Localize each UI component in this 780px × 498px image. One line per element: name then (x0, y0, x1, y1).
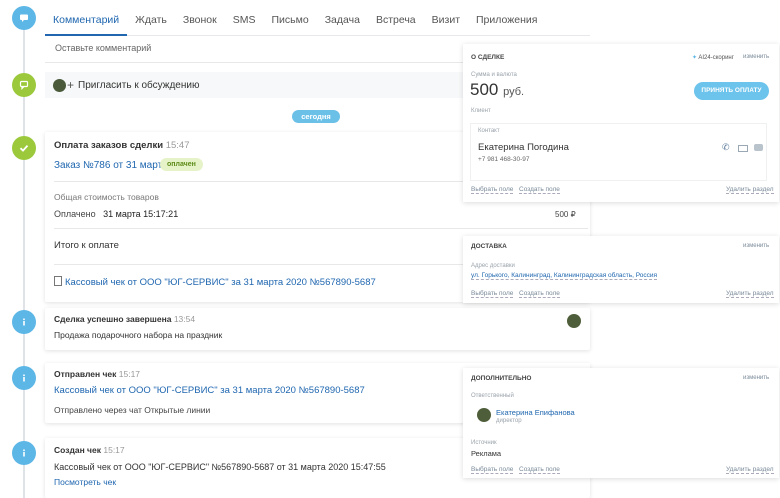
client-label: Клиент (471, 108, 491, 114)
extra-edit-link[interactable]: изменить (743, 375, 769, 381)
info-icon (12, 441, 36, 465)
view-receipt-link[interactable]: Посмотреть чек (54, 477, 116, 487)
select-field-link[interactable]: Выбрать поле (471, 290, 514, 298)
plus-icon: + (67, 78, 75, 92)
delete-section-link[interactable]: Удалить раздел (726, 290, 774, 298)
select-field-link[interactable]: Выбрать поле (471, 186, 514, 194)
deal-panel-header: О СДЕЛКЕ (471, 54, 505, 61)
paid-amount: 500 ₽ (555, 210, 576, 219)
paid-row: Оплачено 31 марта 15:17:21 (54, 209, 179, 219)
delivery-address[interactable]: ул. Горького, Калининград, Калининградск… (471, 272, 658, 280)
tab-task[interactable]: Задача (317, 6, 368, 36)
deal-done-title: Сделка успешно завершена 13:54 (54, 314, 196, 324)
tab-email[interactable]: Письмо (264, 6, 317, 36)
today-badge: сегодня (292, 110, 340, 123)
delete-section-link[interactable]: Удалить раздел (726, 186, 774, 194)
create-field-link[interactable]: Создать поле (519, 186, 560, 194)
source-label: Источник (471, 440, 497, 446)
delivery-edit-link[interactable]: изменить (743, 243, 769, 249)
order-link[interactable]: Заказ №786 от 31 марта (54, 160, 168, 171)
activity-tabs: Комментарий Ждать Звонок SMS Письмо Зада… (45, 6, 590, 36)
scoring-icon: ✦ (692, 55, 698, 61)
accept-payment-button[interactable]: ПРИНЯТЬ ОПЛАТУ (694, 82, 769, 100)
payment-time: 15:47 (165, 140, 190, 151)
deal-edit-link[interactable]: изменить (743, 54, 769, 60)
avatar (53, 78, 66, 92)
total-label: Общая стоимость товаров (54, 192, 159, 202)
source-value: Реклама (471, 449, 502, 458)
due-label: Итого к оплате (54, 240, 119, 251)
status-badge: оплачен (160, 158, 203, 171)
address-label: Адрес доставки (471, 263, 515, 269)
create-field-link[interactable]: Создать поле (519, 290, 560, 298)
tab-visit[interactable]: Визит (424, 6, 468, 36)
checkmark-icon (12, 136, 36, 160)
payment-title: Оплата заказов сделки 15:47 (54, 140, 190, 151)
receipt-sent-time: 15:17 (118, 369, 141, 379)
avatar (567, 314, 581, 328)
receipt-created-time: 15:17 (103, 445, 125, 455)
chat-icon[interactable] (754, 144, 763, 151)
tab-sms[interactable]: SMS (225, 6, 264, 36)
select-field-link[interactable]: Выбрать поле (471, 466, 514, 474)
contact-label: Контакт (478, 128, 500, 134)
receipt-row: Кассовый чек от ООО "ЮГ-СЕРВИС" за 31 ма… (54, 276, 376, 288)
receipt-sent-link[interactable]: Кассовый чек от ООО "ЮГ-СЕРВИС" за 31 ма… (54, 385, 365, 396)
phone-icon[interactable]: ✆ (722, 142, 730, 153)
chat-bubble-icon (12, 73, 36, 97)
tab-wait[interactable]: Ждать (127, 6, 175, 36)
deal-done-text: Продажа подарочного набора на праздник (54, 330, 223, 340)
sum-label: Сумма и валюта (471, 72, 517, 78)
mail-icon[interactable] (738, 145, 748, 152)
responsible-label: Ответственный (471, 393, 514, 399)
divider (54, 228, 588, 229)
create-field-link[interactable]: Создать поле (519, 466, 560, 474)
deal-amount: 500 руб. (470, 80, 525, 99)
delete-section-link[interactable]: Удалить раздел (726, 466, 774, 474)
receipt-created-title: Создан чек 15:17 (54, 445, 125, 455)
responsible-role: директор (496, 418, 522, 424)
receipt-sent-text: Отправлено через чат Открытые линии (54, 405, 211, 415)
receipt-created-text: Кассовый чек от ООО "ЮГ-СЕРВИС" №567890-… (54, 462, 386, 472)
tab-meeting[interactable]: Встреча (368, 6, 424, 36)
crm-deal-timeline: Комментарий Ждать Звонок SMS Письмо Зада… (0, 0, 780, 498)
scoring-link[interactable]: ✦ AI24-скоринг (692, 54, 734, 61)
deal-done-time: 13:54 (173, 314, 196, 324)
invite-label: Пригласить к обсуждению (78, 79, 200, 91)
receipt-link[interactable]: Кассовый чек от ООО "ЮГ-СЕРВИС" за 31 ма… (65, 277, 376, 288)
extra-panel-header: ДОПОЛНИТЕЛЬНО (471, 375, 532, 382)
contact-phone: +7 981 468-30-97 (478, 156, 530, 163)
info-icon (12, 366, 36, 390)
tab-comment[interactable]: Комментарий (45, 6, 128, 36)
responsible-name[interactable]: Екатерина Епифанова (496, 408, 575, 417)
tab-call[interactable]: Звонок (175, 6, 225, 36)
info-icon (12, 310, 36, 334)
delivery-panel-header: ДОСТАВКА (471, 243, 507, 250)
comment-bubble-icon (12, 6, 36, 30)
avatar (477, 408, 491, 422)
tab-apps[interactable]: Приложения (468, 6, 545, 36)
contact-name[interactable]: Екатерина Погодина (478, 142, 569, 153)
document-icon (54, 276, 62, 286)
receipt-sent-title: Отправлен чек 15:17 (54, 369, 141, 379)
